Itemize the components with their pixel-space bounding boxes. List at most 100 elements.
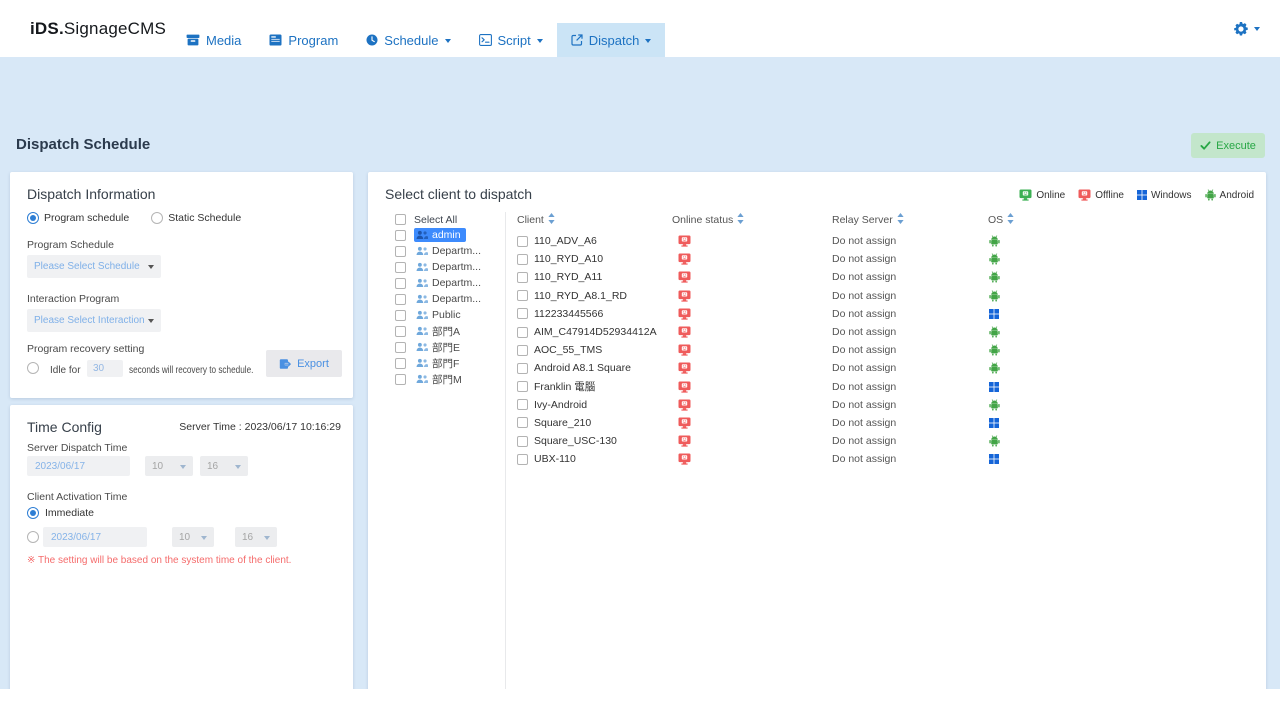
status-legend: OnlineOfflineWindowsAndroid (1019, 189, 1254, 201)
windows-os-icon (989, 454, 1256, 464)
server-dispatch-minute-select[interactable]: 16 (200, 456, 248, 476)
client-cell: Android A8.1 Square (517, 362, 672, 374)
client-checkbox[interactable] (517, 254, 528, 265)
android-os-icon (989, 235, 1256, 247)
client-checkbox[interactable] (517, 308, 528, 319)
nav-item-media[interactable]: Media (172, 23, 255, 57)
group-checkbox[interactable] (395, 262, 406, 273)
execute-button[interactable]: Execute (1191, 133, 1265, 158)
select-all-checkbox[interactable] (395, 214, 406, 225)
program-schedule-radio[interactable]: Program schedule (27, 212, 129, 224)
offline-status-icon (678, 271, 832, 283)
scheduled-activation-radio[interactable] (27, 531, 39, 543)
group-item[interactable]: admin (414, 228, 466, 242)
client-checkbox[interactable] (517, 236, 528, 247)
group-label: 部門M (432, 372, 462, 387)
client-checkbox[interactable] (517, 399, 528, 410)
group-checkbox[interactable] (395, 246, 406, 257)
idle-seconds-input[interactable] (87, 360, 123, 377)
client-checkbox[interactable] (517, 327, 528, 338)
online-status-cell (672, 453, 832, 465)
group-item[interactable]: Departm... (414, 276, 486, 290)
table-body: 110_ADV_A6Do not assign110_RYD_A10Do not… (517, 232, 1256, 468)
radio-label: Program schedule (44, 212, 129, 224)
column-header-client[interactable]: Client (517, 213, 672, 227)
schedule-type-radios: Program schedule Static Schedule (27, 212, 241, 224)
users-icon (416, 278, 428, 288)
activation-hour-select[interactable]: 10 (172, 527, 214, 547)
server-dispatch-date-input[interactable] (27, 456, 130, 476)
nav-item-script[interactable]: Script (465, 23, 557, 57)
nav-item-program[interactable]: Program (255, 23, 352, 57)
column-label: Relay Server (832, 214, 893, 226)
export-button[interactable]: Export (266, 350, 342, 377)
group-item[interactable]: 部門F (414, 356, 464, 370)
group-checkbox[interactable] (395, 342, 406, 353)
group-item[interactable]: 部門M (414, 372, 467, 386)
server-dispatch-time-label: Server Dispatch Time (27, 442, 127, 454)
android-os-icon (989, 290, 1256, 302)
nav-item-dispatch[interactable]: Dispatch (557, 23, 666, 57)
brand-prefix: iDS. (30, 19, 64, 39)
select-value: Please Select Interaction S... (34, 315, 148, 326)
group-item[interactable]: Departm... (414, 260, 486, 274)
group-item[interactable]: 部門A (414, 324, 465, 338)
activation-date-input[interactable] (43, 527, 147, 547)
nav-item-label: Script (498, 33, 531, 48)
relay-server-value: Do not assign (832, 344, 896, 356)
group-item[interactable]: 部門E (414, 340, 465, 354)
group-label: admin (432, 229, 461, 241)
execute-label: Execute (1216, 140, 1256, 152)
relay-server-value: Do not assign (832, 417, 896, 429)
server-dispatch-hour-select[interactable]: 10 (145, 456, 193, 476)
group-row: Public (395, 307, 505, 323)
static-schedule-radio[interactable]: Static Schedule (151, 212, 241, 224)
group-checkbox[interactable] (395, 374, 406, 385)
client-checkbox[interactable] (517, 454, 528, 465)
settings-menu[interactable] (1233, 0, 1260, 57)
column-header-online-status[interactable]: Online status (672, 213, 832, 227)
client-name: 110_RYD_A11 (534, 271, 602, 283)
activation-minute-select[interactable]: 16 (235, 527, 277, 547)
interaction-program-select[interactable]: Please Select Interaction S... (27, 309, 161, 332)
client-checkbox[interactable] (517, 290, 528, 301)
android-os-icon (989, 326, 1256, 338)
table-row: AIM_C47914D52934412ADo not assign (517, 323, 1256, 341)
client-cell: AOC_55_TMS (517, 344, 672, 356)
group-checkbox[interactable] (395, 278, 406, 289)
nav-item-schedule[interactable]: Schedule (352, 23, 464, 57)
group-item[interactable]: Departm... (414, 292, 486, 306)
immediate-radio[interactable]: Immediate (27, 507, 94, 519)
users-icon (416, 358, 428, 368)
group-label: Departm... (432, 245, 481, 257)
client-checkbox[interactable] (517, 345, 528, 356)
sort-icon (1007, 213, 1014, 227)
client-cell: Franklin 電腦 (517, 379, 672, 394)
select-all-label[interactable]: Select All (414, 214, 457, 226)
group-checkbox[interactable] (395, 294, 406, 305)
column-header-os[interactable]: OS (988, 213, 1256, 227)
relay-server-value: Do not assign (832, 435, 896, 447)
footer-strip (0, 689, 1280, 720)
group-item[interactable]: Public (414, 308, 466, 322)
client-checkbox[interactable] (517, 381, 528, 392)
group-checkbox[interactable] (395, 326, 406, 337)
group-checkbox[interactable] (395, 230, 406, 241)
table-row: Square_USC-130Do not assign (517, 432, 1256, 450)
recovery-radio[interactable] (27, 362, 39, 374)
client-checkbox[interactable] (517, 436, 528, 447)
group-checkbox[interactable] (395, 310, 406, 321)
group-checkbox[interactable] (395, 358, 406, 369)
client-checkbox[interactable] (517, 272, 528, 283)
client-checkbox[interactable] (517, 417, 528, 428)
app-logo[interactable]: iDS.SignageCMS (30, 0, 166, 57)
program-schedule-select[interactable]: Please Select Schedule (27, 255, 161, 278)
android-os-icon (989, 344, 1256, 356)
interaction-program-label: Interaction Program (27, 293, 119, 305)
client-checkbox[interactable] (517, 363, 528, 374)
online-status-cell (672, 235, 832, 247)
client-cell: UBX-110 (517, 453, 672, 465)
group-item[interactable]: Departm... (414, 244, 486, 258)
os-cell (988, 435, 1256, 447)
column-header-relay-server[interactable]: Relay Server (832, 213, 988, 227)
